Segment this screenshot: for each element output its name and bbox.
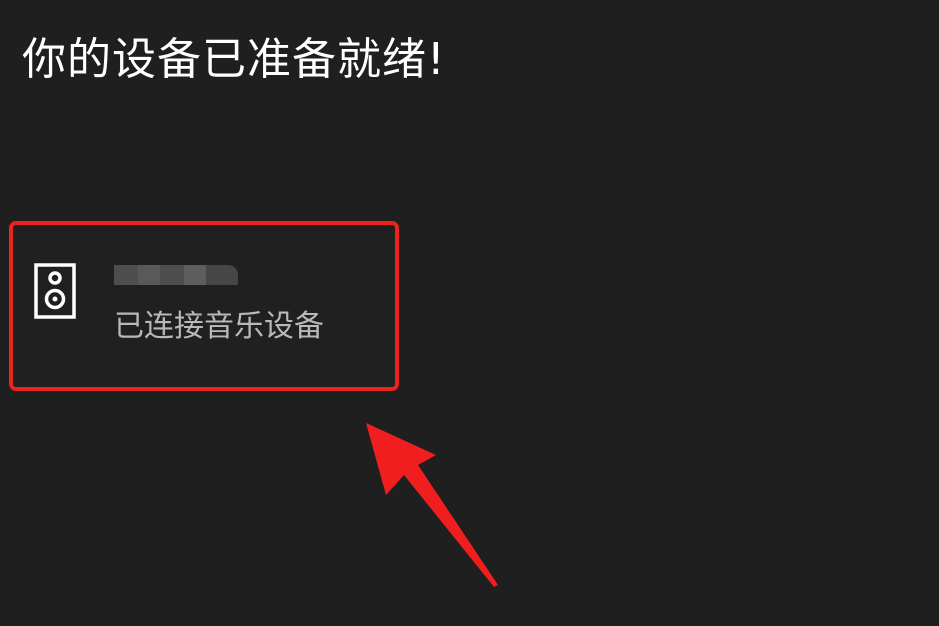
device-card-music[interactable]: 已连接音乐设备	[14, 226, 400, 386]
speaker-icon	[34, 263, 76, 319]
page-title: 你的设备已准备就绪!	[22, 34, 446, 85]
device-name-redacted	[114, 265, 238, 285]
device-status: 已连接音乐设备	[114, 309, 324, 344]
annotation-arrow-icon	[366, 423, 498, 587]
